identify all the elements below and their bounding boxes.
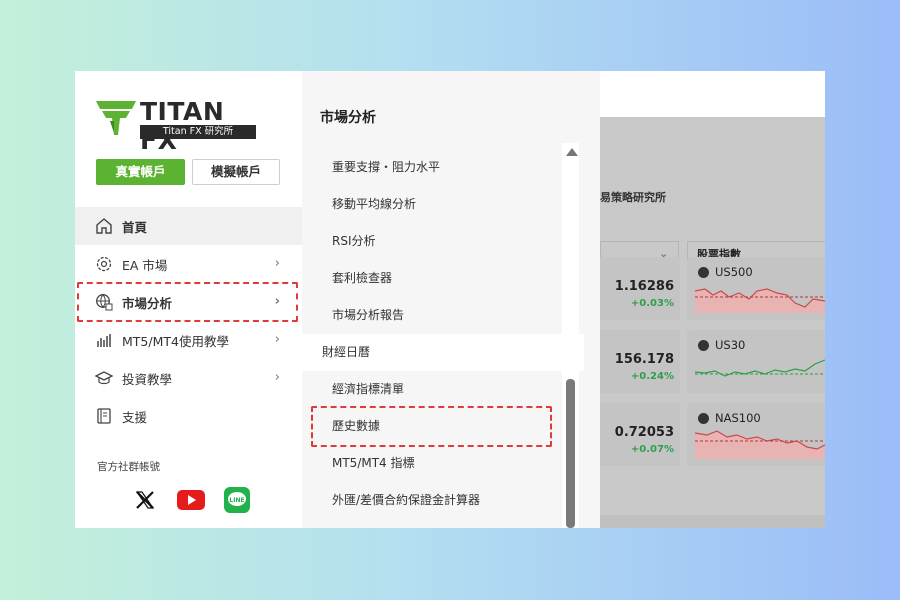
bar-chart-icon — [95, 331, 113, 349]
sidebar-item-label: MT5/MT4使用教學 — [122, 333, 229, 349]
sidebar-item-support[interactable]: 支援 — [75, 397, 302, 435]
ea-gear-icon — [95, 255, 113, 273]
quote-change: +0.24% — [630, 371, 674, 382]
x-icon[interactable] — [131, 487, 159, 513]
page-dim-overlay[interactable]: 易策略研究所 ⌄ 股票指數 1.16286 +0.03% 156.178 +0.… — [600, 117, 825, 528]
index-logo-icon — [698, 267, 709, 278]
chevron-right-icon: › — [274, 370, 280, 385]
sidebar-item-ea-market[interactable]: EA 市場 › — [75, 245, 302, 283]
index-card[interactable]: US30 — [687, 330, 825, 393]
book-icon — [95, 407, 113, 425]
real-account-button[interactable]: 真實帳戶 — [96, 159, 185, 185]
chevron-right-icon: › — [274, 332, 280, 347]
scrollbar-thumb[interactable] — [566, 379, 575, 528]
index-card[interactable]: US500 — [687, 257, 825, 320]
brand-logo[interactable]: TITAN FX Titan FX 研究所 — [96, 97, 256, 155]
app-window: TITAN FX Titan FX 研究所 真實帳戶 模擬帳戶 首頁 EA 市場… — [75, 71, 825, 528]
quote-change: +0.03% — [630, 298, 674, 309]
submenu-list: 重要支撐・阻力水平 移動平均線分析 RSI分析 套利檢查器 市場分析報告 財經日… — [302, 149, 584, 519]
submenu-item-economic-calendar[interactable]: 財經日曆 — [302, 334, 584, 371]
social-links: LINE — [131, 487, 251, 513]
quote-price: 156.178 — [614, 352, 674, 367]
sidebar-item-label: 投資教學 — [122, 371, 173, 387]
scroll-up-arrow-icon[interactable] — [566, 148, 578, 156]
submenu-item-arbitrage-checker[interactable]: 套利檢查器 — [302, 260, 584, 297]
submenu-item-support-resistance[interactable]: 重要支撐・阻力水平 — [302, 149, 584, 186]
page-footer-band — [600, 515, 825, 528]
social-label: 官方社群帳號 — [97, 461, 160, 473]
submenu-item-mt5-mt4-indicators[interactable]: MT5/MT4 指標 — [302, 445, 584, 482]
highlight-box-market-analysis — [77, 282, 298, 322]
demo-account-button[interactable]: 模擬帳戶 — [192, 159, 280, 185]
quote-cell: 0.72053 +0.07% — [600, 403, 680, 466]
sidebar-item-label: EA 市場 — [122, 257, 168, 273]
quote-price: 1.16286 — [614, 279, 674, 294]
line-icon[interactable]: LINE — [223, 487, 251, 513]
index-logo-icon — [698, 413, 709, 424]
market-analysis-submenu: 市場分析 重要支撐・阻力水平 移動平均線分析 RSI分析 套利檢查器 市場分析報… — [302, 71, 600, 528]
brand-subtitle: Titan FX 研究所 — [140, 125, 256, 139]
sidebar-item-label: 支援 — [122, 409, 148, 425]
sidebar-item-home[interactable]: 首頁 — [75, 207, 302, 245]
sidebar: TITAN FX Titan FX 研究所 真實帳戶 模擬帳戶 首頁 EA 市場… — [75, 71, 302, 528]
chevron-right-icon: › — [274, 256, 280, 271]
svg-text:LINE: LINE — [229, 497, 244, 504]
home-icon — [95, 217, 113, 235]
graduation-cap-icon — [95, 369, 113, 387]
quote-cell: 1.16286 +0.03% — [600, 257, 680, 320]
background-page-title: 易策略研究所 — [600, 191, 666, 204]
background-page: 易策略研究所 ⌄ 股票指數 1.16286 +0.03% 156.178 +0.… — [600, 71, 825, 528]
submenu-item-moving-average[interactable]: 移動平均線分析 — [302, 186, 584, 223]
submenu-item-market-report[interactable]: 市場分析報告 — [302, 297, 584, 334]
sparkline-down-icon — [695, 288, 825, 313]
quote-cell: 156.178 +0.24% — [600, 330, 680, 393]
sidebar-item-label: 首頁 — [122, 219, 148, 235]
index-symbol: US30 — [715, 338, 746, 352]
submenu-item-rsi[interactable]: RSI分析 — [302, 223, 584, 260]
quote-change: +0.07% — [630, 444, 674, 455]
youtube-icon[interactable] — [177, 487, 205, 513]
index-symbol: NAS100 — [715, 411, 761, 425]
quote-price: 0.72053 — [614, 425, 674, 440]
sparkline-up-icon — [695, 359, 825, 377]
index-symbol: US500 — [715, 265, 753, 279]
sidebar-item-mt5-mt4-tutorial[interactable]: MT5/MT4使用教學 › — [75, 321, 302, 359]
submenu-item-economic-indicators[interactable]: 經濟指標清單 — [302, 371, 584, 408]
index-card[interactable]: NAS100 — [687, 403, 825, 466]
sparkline-down-icon — [695, 430, 825, 459]
highlight-box-historical-data — [311, 406, 552, 447]
index-logo-icon — [698, 340, 709, 351]
submenu-item-margin-calculator[interactable]: 外匯/差價合約保證金計算器 — [302, 482, 584, 519]
sidebar-item-investment-education[interactable]: 投資教學 › — [75, 359, 302, 397]
submenu-title: 市場分析 — [320, 110, 376, 126]
titan-logo-icon — [96, 101, 136, 135]
